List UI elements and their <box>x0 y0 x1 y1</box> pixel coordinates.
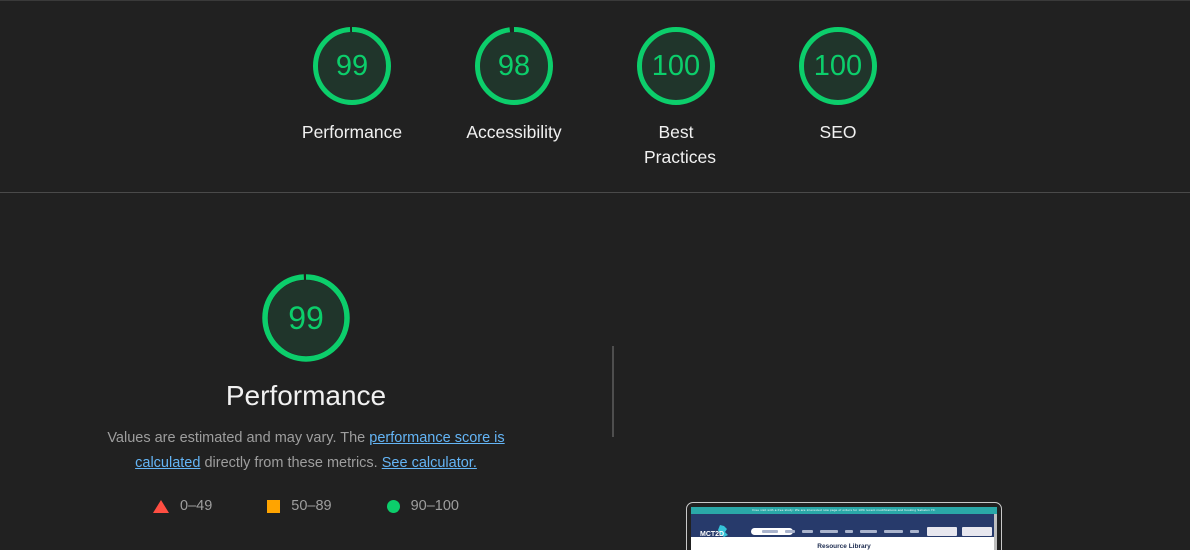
score-label: SEO <box>819 122 857 142</box>
category-scores-strip: 99 Performance 98 Accessibility 100 Best… <box>0 1 1190 193</box>
score-value: 98 <box>497 49 531 82</box>
performance-description: Values are estimated and may vary. The p… <box>97 426 515 476</box>
thumb-scrollbar-thumb[interactable] <box>994 514 997 550</box>
thumb-nav-button-primary[interactable] <box>927 527 957 536</box>
score-gauge-accessibility[interactable]: 98 Accessibility <box>453 23 575 145</box>
performance-summary: 99 Performance Values are estimated and … <box>0 194 612 550</box>
legend-range-fail: 0–49 <box>180 498 213 514</box>
score-value: 100 <box>651 49 701 82</box>
thumb-scrollbar-track[interactable] <box>994 514 997 550</box>
square-icon <box>267 499 281 513</box>
lighthouse-report: 99 Performance 98 Accessibility 100 Best… <box>0 0 1190 550</box>
legend-item-pass: 90–100 <box>386 498 459 514</box>
thumb-announcement-bar: Free visit with a free study: We are int… <box>691 507 997 514</box>
score-gauge-performance[interactable]: 99 Performance <box>291 23 413 145</box>
thumb-announcement-text: Free visit with a free study: We are int… <box>752 508 936 512</box>
score-gauge-best-practices[interactable]: 100 Best Practices <box>615 23 737 170</box>
score-label: Best Practices <box>644 122 716 167</box>
final-screenshot-thumbnail[interactable]: Free visit with a free study: We are int… <box>686 502 1002 550</box>
performance-score-value: 99 <box>288 300 324 336</box>
score-gauge-seo[interactable]: 100 SEO <box>777 23 899 145</box>
score-legend: 0–49 50–89 90–100 <box>153 498 459 514</box>
legend-item-average: 50–89 <box>267 498 386 514</box>
performance-section: 99 Performance Values are estimated and … <box>0 194 1190 550</box>
desc-text-1: Values are estimated and may vary. The <box>107 430 370 446</box>
gauge-ring-performance: 99 <box>309 23 395 109</box>
thumb-page-heading: Resource Library <box>817 543 871 550</box>
score-label: Accessibility <box>466 122 562 142</box>
gauge-ring-best-practices: 100 <box>633 23 719 109</box>
vertical-divider <box>612 346 614 437</box>
score-value: 100 <box>813 49 863 82</box>
thumb-nav-links[interactable] <box>762 530 919 533</box>
see-calculator-link[interactable]: See calculator. <box>382 455 477 471</box>
score-value: 99 <box>335 49 369 82</box>
category-scores-row: 99 Performance 98 Accessibility 100 Best… <box>0 1 1190 192</box>
thumb-page-body: Resource Library <box>691 537 997 550</box>
triangle-icon <box>153 499 169 513</box>
thumb-nav-button-secondary[interactable] <box>962 527 992 536</box>
legend-range-average: 50–89 <box>291 498 332 514</box>
page-title: Performance <box>225 380 387 411</box>
thumbnail-content: Free visit with a free study: We are int… <box>691 507 997 550</box>
gauge-ring-seo: 100 <box>795 23 881 109</box>
legend-range-pass: 90–100 <box>410 498 459 514</box>
performance-gauge: 99 <box>258 270 354 366</box>
legend-item-fail: 0–49 <box>153 498 267 514</box>
circle-icon <box>386 499 400 513</box>
desc-text-2: directly from these metrics. <box>200 455 382 471</box>
gauge-ring-accessibility: 98 <box>471 23 557 109</box>
score-label: Performance <box>301 122 403 142</box>
thumb-navbar: MCT2D <box>691 514 997 541</box>
